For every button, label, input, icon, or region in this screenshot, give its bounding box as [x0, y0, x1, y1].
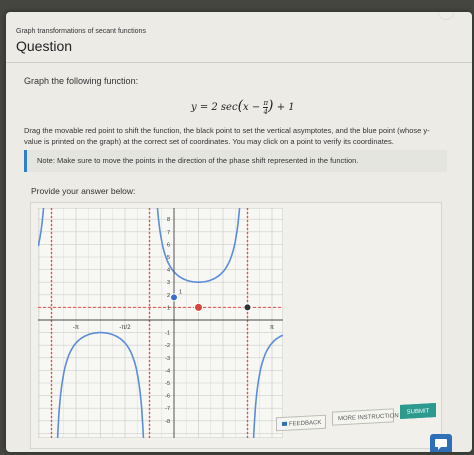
formula-paren-close: ) — [268, 98, 274, 114]
x-tick-label: π — [270, 325, 274, 331]
more-instruction-button[interactable]: MORE INSTRUCTION — [332, 408, 399, 426]
y-tick-label: 1 — [167, 305, 170, 311]
screen: Graph transformations of secant function… — [0, 0, 474, 455]
graph-canvas[interactable]: -2π-3π/2-π-π/2π3π/22π87654321-1-2-3-4-5-… — [38, 208, 283, 438]
y-tick-label: 2 — [167, 293, 170, 299]
function-formula: y = 2 sec(x − π 4 ) + 1 — [191, 98, 295, 116]
submit-button[interactable]: SUBMIT — [400, 403, 436, 419]
y-tick-label: -8 — [165, 419, 170, 425]
y-tick-label: 6 — [167, 242, 170, 248]
graph-background — [38, 208, 283, 438]
breadcrumb: Graph transformations of secant function… — [16, 28, 146, 35]
x-tick-label: -π/2 — [119, 325, 131, 331]
y-tick-label: 3 — [167, 280, 170, 286]
y-tick-label: 7 — [167, 230, 170, 236]
feedback-label: FEEDBACK — [289, 419, 322, 428]
chat-icon — [435, 439, 447, 450]
blue-point[interactable] — [170, 293, 178, 302]
question-page: Graph transformations of secant function… — [6, 12, 472, 452]
y-tick-label: -5 — [165, 381, 170, 387]
feedback-button[interactable]: FEEDBACK — [276, 414, 326, 432]
y-tick-label: -3 — [165, 356, 170, 362]
provide-answer-label: Provide your answer below: — [31, 186, 136, 196]
page-title: Question — [16, 38, 73, 54]
feedback-icon — [282, 421, 287, 426]
note-box: Note: Make sure to move the points in th… — [24, 150, 447, 172]
chat-button[interactable] — [430, 434, 452, 452]
y-tick-label: 5 — [167, 255, 170, 261]
note-text: Note: Make sure to move the points in th… — [37, 156, 359, 165]
formula-prefix: y = 2 sec — [191, 102, 238, 113]
y-tick-label: 8 — [167, 217, 170, 223]
blue-point-label: 1 — [179, 289, 182, 295]
y-tick-label: -7 — [165, 406, 170, 412]
red-shift-point[interactable] — [194, 302, 203, 312]
y-tick-label: 4 — [167, 268, 170, 274]
y-tick-label: -6 — [165, 394, 170, 400]
y-tick-label: -2 — [165, 343, 170, 349]
y-tick-label: -1 — [165, 331, 170, 337]
instruction-graph: Graph the following function: — [24, 76, 139, 86]
divider — [6, 62, 472, 63]
close-icon[interactable] — [438, 12, 454, 20]
black-asymptote-point[interactable] — [243, 303, 252, 312]
y-tick-label: -4 — [165, 368, 170, 374]
formula-suffix: + 1 — [276, 102, 295, 113]
formula-inner-x: x − — [243, 102, 261, 113]
instruction-drag: Drag the movable red point to shift the … — [24, 126, 430, 146]
x-tick-label: -π — [73, 325, 79, 331]
